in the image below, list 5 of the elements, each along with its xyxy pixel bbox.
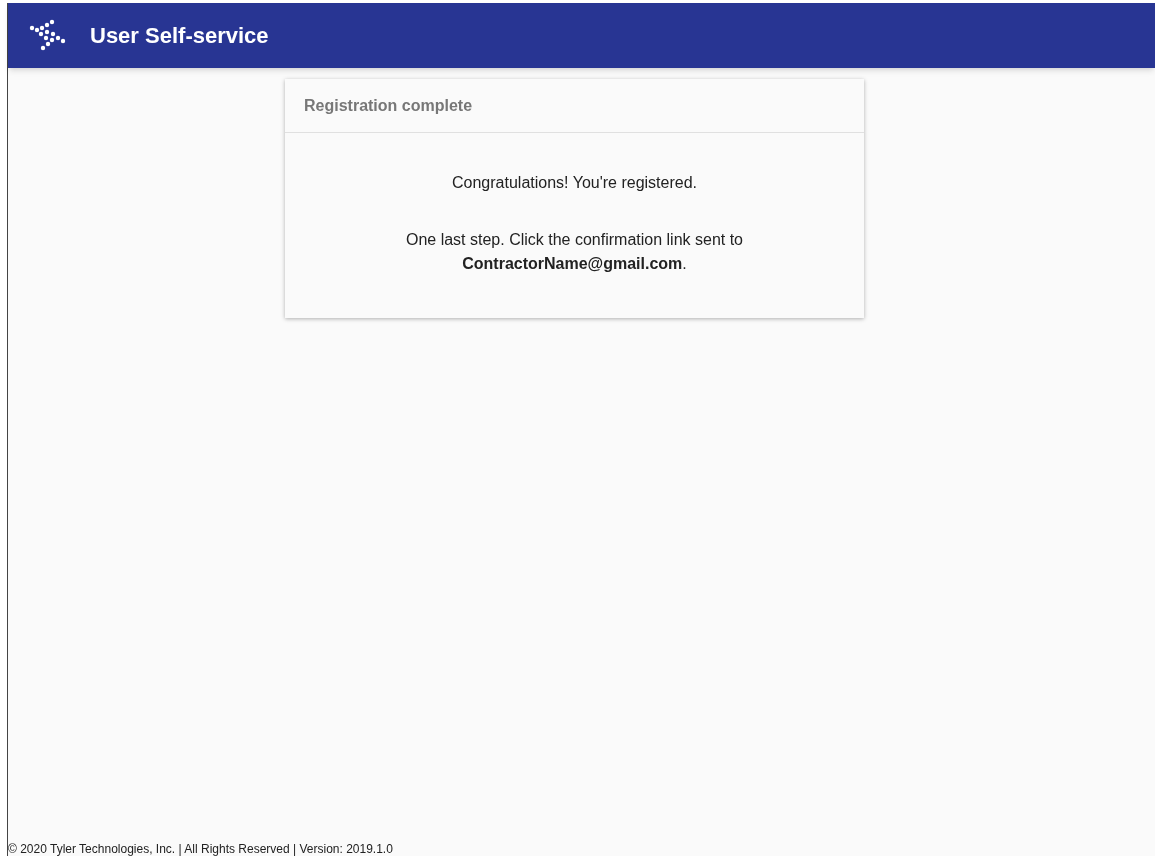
message-text: Congratulations! You're registered. xyxy=(451,173,698,193)
message-text: One last step. Click the confirmation link sent to ContractorName@gmail.com. xyxy=(404,230,744,274)
app-title: User Self-service xyxy=(90,22,269,50)
card-title: Registration complete xyxy=(304,95,473,116)
footer-text: © 2020 Tyler Technologies, Inc. | All Rights Reserved | Version: 2019.1.0 xyxy=(8,842,393,856)
